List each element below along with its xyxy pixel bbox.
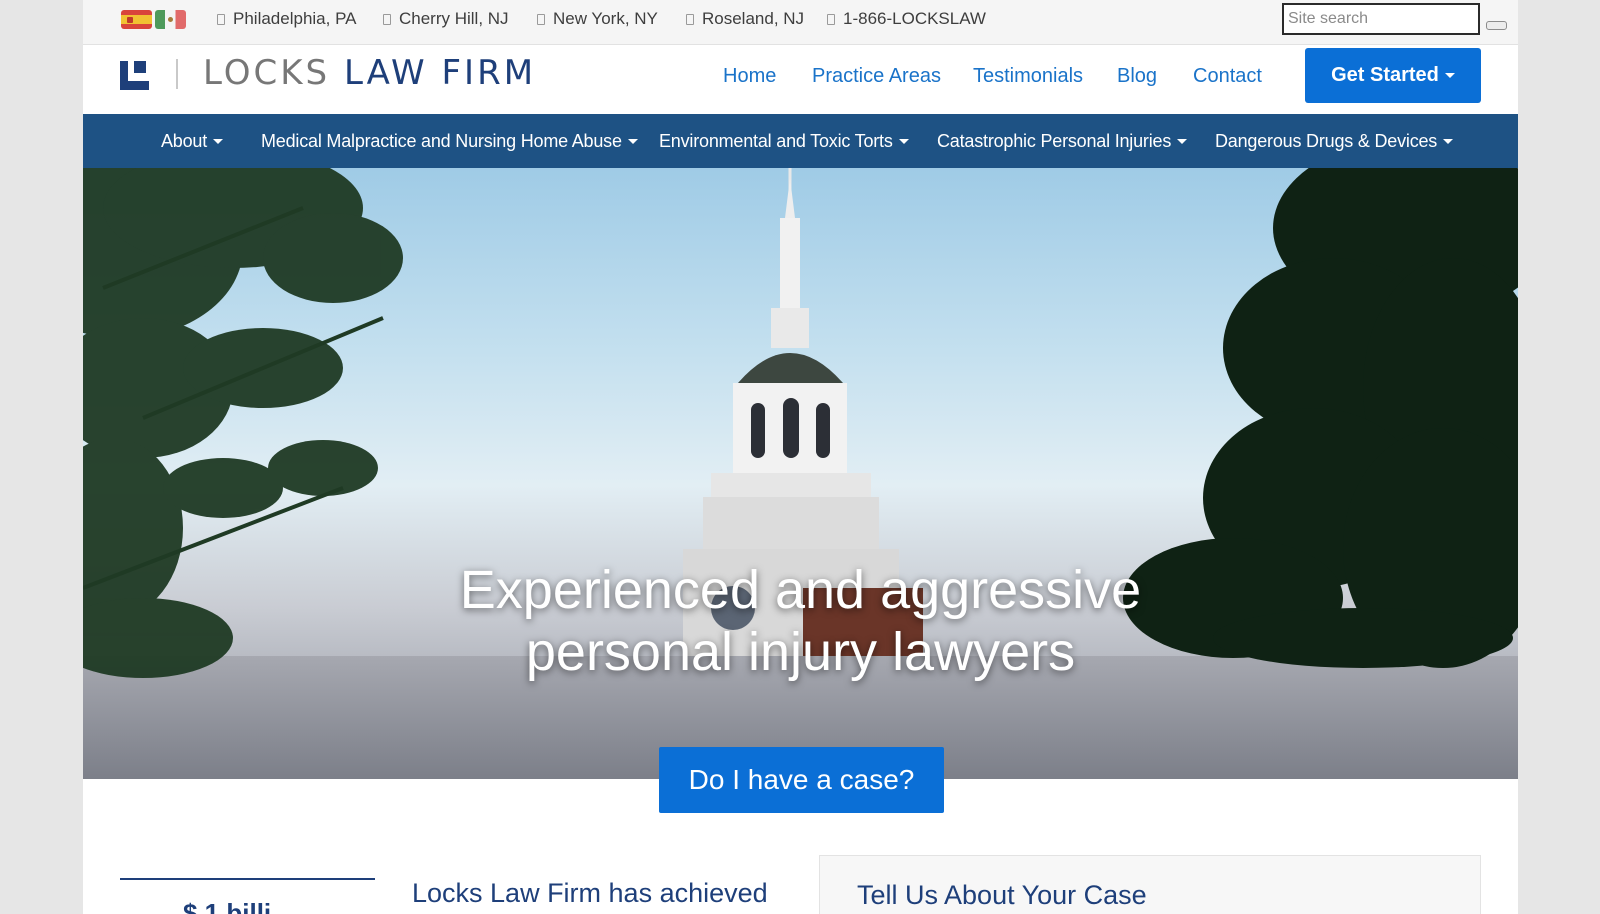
top-utility-bar: Philadelphia, PA Cherry Hill, NJ New Yor…	[83, 0, 1518, 45]
logo-mark-icon[interactable]	[120, 61, 149, 90]
location-icon	[537, 14, 545, 25]
nav-blog[interactable]: Blog	[1117, 45, 1157, 107]
menu-label: Medical Malpractice and Nursing Home Abu…	[261, 131, 622, 151]
phone-number-label: 1-866-LOCKSLAW	[843, 9, 986, 28]
menu-label: Dangerous Drugs & Devices	[1215, 131, 1438, 151]
hero-background-image	[83, 168, 1518, 678]
chevron-down-icon	[1444, 73, 1455, 78]
nav-home[interactable]: Home	[723, 45, 776, 107]
page: Philadelphia, PA Cherry Hill, NJ New Yor…	[83, 0, 1518, 914]
main-navigation: About Medical Malpractice and Nursing Ho…	[83, 114, 1518, 168]
chevron-down-icon	[898, 139, 909, 144]
site-search-input[interactable]	[1282, 3, 1480, 35]
nav-contact[interactable]: Contact	[1193, 45, 1262, 107]
stat-divider	[120, 878, 375, 880]
chevron-down-icon	[1443, 139, 1454, 144]
get-started-button[interactable]: Get Started	[1305, 48, 1481, 103]
stat-value: $ 1 billi	[183, 898, 272, 914]
logo-divider	[176, 59, 178, 89]
phone-number-link[interactable]: 1-866-LOCKSLAW	[827, 0, 986, 40]
nav-testimonials[interactable]: Testimonials	[973, 45, 1083, 107]
chevron-down-icon	[627, 139, 638, 144]
location-label: Roseland, NJ	[702, 9, 805, 28]
location-philadelphia[interactable]: Philadelphia, PA	[217, 0, 357, 40]
hero-banner: Experienced and aggressive personal inju…	[83, 168, 1518, 779]
location-new-york[interactable]: New York, NY	[537, 0, 658, 40]
menu-label: Environmental and Toxic Torts	[659, 131, 893, 151]
logo-wordmark[interactable]: LOCKS LAW FIRM	[203, 53, 536, 93]
nav-practice-areas[interactable]: Practice Areas	[812, 45, 941, 107]
location-label: New York, NY	[553, 9, 658, 28]
mexico-flag-icon[interactable]	[155, 10, 186, 29]
location-label: Philadelphia, PA	[233, 9, 357, 28]
menu-medical-malpractice[interactable]: Medical Malpractice and Nursing Home Abu…	[261, 114, 638, 168]
intro-heading: Locks Law Firm has achieved	[412, 878, 768, 908]
hero-headline-line-2: personal injury lawyers	[525, 622, 1076, 682]
site-header: LOCKS LAW FIRM Home Practice Areas Testi…	[83, 45, 1518, 114]
menu-about[interactable]: About	[161, 114, 224, 168]
menu-label: Catastrophic Personal Injuries	[937, 131, 1172, 151]
hero-headline-line-1: Experienced and aggressive	[459, 560, 1142, 620]
get-started-label: Get Started	[1331, 64, 1439, 86]
location-icon	[686, 14, 694, 25]
location-icon	[217, 14, 225, 25]
case-form-title: Tell Us About Your Case	[857, 880, 1147, 910]
do-i-have-a-case-button[interactable]: Do I have a case?	[659, 747, 944, 813]
location-roseland[interactable]: Roseland, NJ	[686, 0, 804, 40]
location-label: Cherry Hill, NJ	[399, 9, 509, 28]
location-icon	[383, 14, 391, 25]
case-form-panel: Tell Us About Your Case	[819, 855, 1481, 914]
spain-flag-icon[interactable]	[121, 10, 152, 29]
menu-label: About	[161, 131, 208, 151]
chevron-down-icon	[213, 139, 224, 144]
menu-catastrophic-injuries[interactable]: Catastrophic Personal Injuries	[937, 114, 1188, 168]
location-cherry-hill[interactable]: Cherry Hill, NJ	[383, 0, 509, 40]
logo-word-law-firm: LAW FIRM	[343, 53, 537, 93]
menu-dangerous-drugs-devices[interactable]: Dangerous Drugs & Devices	[1215, 114, 1454, 168]
logo-word-locks: LOCKS	[203, 53, 331, 93]
search-submit-button[interactable]	[1486, 21, 1507, 30]
hero-headline: Experienced and aggressive personal inju…	[83, 559, 1518, 683]
menu-environmental-toxic-torts[interactable]: Environmental and Toxic Torts	[659, 114, 909, 168]
phone-icon	[827, 14, 835, 25]
chevron-down-icon	[1177, 139, 1188, 144]
